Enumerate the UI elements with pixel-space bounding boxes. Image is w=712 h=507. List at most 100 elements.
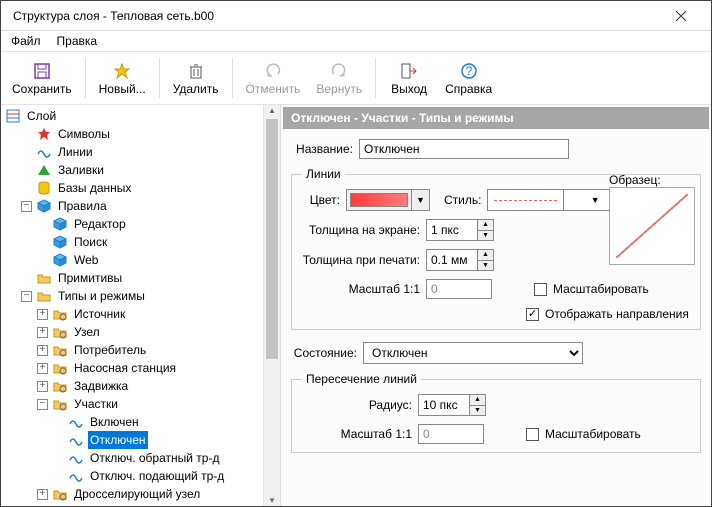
tree-throttling-node[interactable]: +Дросселирующий узел [5,485,263,503]
tree-web[interactable]: Web [5,251,263,269]
delete-label: Удалить [173,82,219,96]
tree-ctp[interactable]: +ЦТП [5,503,263,506]
collapse-icon[interactable]: − [21,201,32,212]
close-button[interactable] [661,1,701,31]
titlebar: Структура слоя - Тепловая сеть.b00 [1,1,711,31]
color-label: Цвет: [302,193,340,207]
print-thickness-label: Толщина при печати: [302,253,420,267]
scrollbar-thumb[interactable] [266,119,278,359]
folder-gear-icon [52,378,68,394]
tree-fills[interactable]: Заливки [5,161,263,179]
tree-databases[interactable]: Базы данных [5,179,263,197]
tree-primitives[interactable]: Примитивы [5,269,263,287]
int-scale-11-input [418,424,484,444]
new-button[interactable]: Новый... [92,54,153,102]
tree-root[interactable]: Слой [5,107,263,125]
style-preview [494,200,557,201]
menu-file[interactable]: Файл [11,34,41,48]
window-title: Структура слоя - Тепловая сеть.b00 [11,9,661,23]
screen-thickness-spinner[interactable]: ▲▼ [426,219,494,241]
menubar: Файл Правка [1,31,711,51]
expand-icon[interactable]: + [37,327,48,338]
toolbar: Сохранить Новый... Удалить Отменить Верн… [1,51,711,105]
color-swatch [350,193,408,207]
properties-panel: Отключен - Участки - Типы и режимы Назва… [281,105,711,506]
int-scale-11-label: Масштаб 1:1 [302,427,412,441]
tree-pump-station[interactable]: +Насосная станция [5,359,263,377]
style-picker[interactable]: ▼ [487,189,627,211]
tree-disabled-return[interactable]: Отключ. обратный тр-д [5,449,263,467]
tree-valve[interactable]: +Задвижка [5,377,263,395]
wave-icon [68,414,84,430]
spin-up-icon[interactable]: ▲ [478,250,493,261]
tree[interactable]: Слой Символы Линии Заливки Базы данных −… [1,105,263,506]
sample-label: Образец: [609,173,661,187]
tree-disabled-supply[interactable]: Отключ. подающий тр-д [5,467,263,485]
folder-icon [36,270,52,286]
tree-disabled[interactable]: Отключен [5,431,263,449]
name-label: Название: [291,142,353,156]
show-directions-checkbox[interactable] [526,308,539,321]
print-thickness-spinner[interactable]: ▲▼ [426,249,494,271]
tree-editor[interactable]: Редактор [5,215,263,233]
section-header: Отключен - Участки - Типы и режимы [283,107,709,129]
screen-thickness-label: Толщина на экране: [302,223,420,237]
cube-icon [52,234,68,250]
spin-down-icon[interactable]: ▼ [470,406,485,416]
content: Слой Символы Линии Заливки Базы данных −… [1,105,711,506]
spin-up-icon[interactable]: ▲ [478,220,493,231]
tree-enabled[interactable]: Включен [5,413,263,431]
expand-icon[interactable]: + [37,381,48,392]
intersection-legend: Пересечение линий [302,372,421,386]
save-icon [33,60,51,82]
cube-icon [52,252,68,268]
folder-gear-icon [52,306,68,322]
collapse-icon[interactable]: − [37,399,48,410]
spin-down-icon[interactable]: ▼ [478,231,493,241]
int-scale-checkbox-label: Масштабировать [545,427,641,441]
cube-icon [52,216,68,232]
tree-rules[interactable]: −Правила [5,197,263,215]
radius-spinner[interactable]: ▲▼ [418,394,486,416]
save-button[interactable]: Сохранить [5,54,79,102]
radius-label: Радиус: [302,398,412,412]
help-icon: ? [460,60,478,82]
scale-11-label: Масштаб 1:1 [302,282,420,296]
tree-sections[interactable]: −Участки [5,395,263,413]
expand-icon[interactable]: + [37,309,48,320]
delete-button[interactable]: Удалить [166,54,226,102]
database-icon [36,180,52,196]
tree-node[interactable]: +Узел [5,323,263,341]
expand-icon[interactable]: + [37,345,48,356]
close-icon [676,11,686,21]
spin-down-icon[interactable]: ▼ [478,261,493,271]
scale-checkbox[interactable] [534,283,547,296]
state-combo[interactable]: Отключен [363,342,583,364]
menu-edit[interactable]: Правка [57,34,98,48]
int-scale-checkbox[interactable] [526,428,539,441]
help-label: Справка [445,82,492,96]
spin-up-icon[interactable]: ▲ [470,395,485,406]
tree-scrollbar[interactable] [263,105,280,506]
collapse-icon[interactable]: − [21,291,32,302]
help-button[interactable]: ? Справка [438,54,499,102]
tree-panel: Слой Символы Линии Заливки Базы данных −… [1,105,281,506]
undo-label: Отменить [246,82,301,96]
wave-icon [36,144,52,160]
tree-types-modes[interactable]: −Типы и режимы [5,287,263,305]
name-input[interactable] [359,139,569,159]
sample-box: Образец: [609,173,697,265]
expand-icon[interactable]: + [37,489,48,500]
scale-checkbox-label: Масштабировать [553,282,649,296]
star-icon [36,126,52,142]
color-picker[interactable]: ▼ [346,189,430,211]
trash-icon [187,60,205,82]
tree-consumer[interactable]: +Потребитель [5,341,263,359]
expand-icon[interactable]: + [37,363,48,374]
exit-button[interactable]: Выход [382,54,436,102]
tree-symbols[interactable]: Символы [5,125,263,143]
tree-source[interactable]: +Источник [5,305,263,323]
tree-search[interactable]: Поиск [5,233,263,251]
triangle-icon [36,162,52,178]
tree-lines[interactable]: Линии [5,143,263,161]
